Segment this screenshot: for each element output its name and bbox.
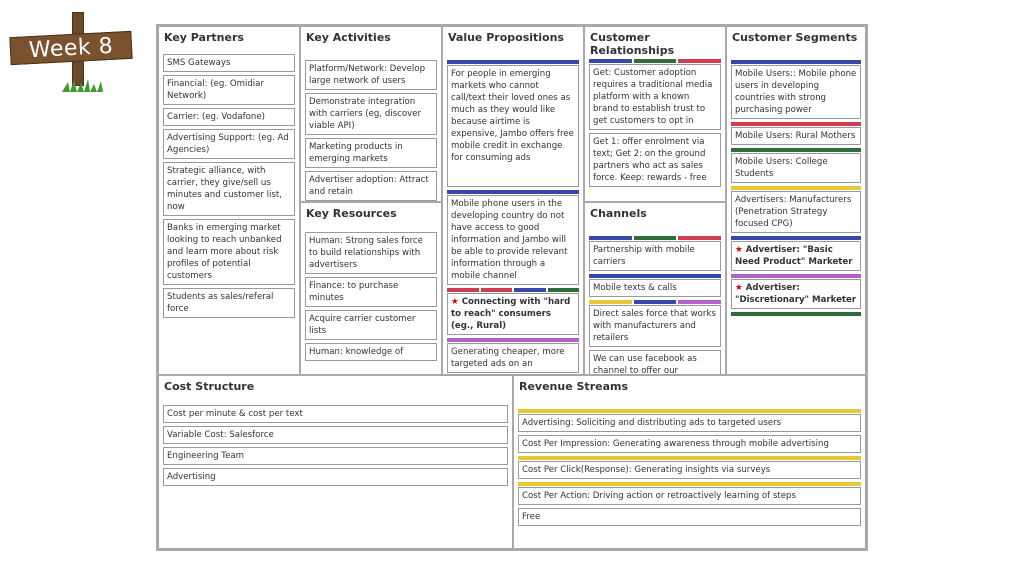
week-label: Week 8 xyxy=(28,33,114,63)
color-bar xyxy=(518,409,861,413)
key-resources-card: Acquire carrier customer lists xyxy=(305,310,437,340)
value-proposition-card: Generating cheaper, more targeted ads on… xyxy=(447,343,579,373)
customer-segments-section: Customer Segments Mobile Users:: Mobile … xyxy=(727,27,865,374)
revenue-streams-section: Revenue Streams Advertising: Soliciting … xyxy=(514,376,865,548)
key-activities-section: Key Activities Platform/Network: Develop… xyxy=(301,27,441,201)
cost-structure-card: Engineering Team xyxy=(163,447,508,465)
customer-relationships-title: Customer Relationships xyxy=(590,31,675,57)
key-partners-card: Students as sales/referal force xyxy=(163,288,295,318)
color-bar xyxy=(731,274,861,278)
color-bar xyxy=(731,186,861,190)
star-icon: ★ xyxy=(451,297,459,307)
value-proposition-card: For people in emerging markets who canno… xyxy=(447,65,579,187)
color-bar xyxy=(731,236,861,240)
customer-segment-card: Mobile Users:: Mobile phone users in dev… xyxy=(731,65,861,119)
color-bar xyxy=(447,190,579,194)
value-proposition-text: Connecting with "hard to reach" consumer… xyxy=(451,297,571,331)
value-proposition-card: ★ Connecting with "hard to reach" consume… xyxy=(447,293,579,335)
key-resources-card: Human: Strong sales force to build relat… xyxy=(305,232,437,274)
key-partners-section: Key Partners SMS Gateways Financial: (eg… xyxy=(159,27,299,374)
key-partners-card: Strategic alliance, with carrier, they g… xyxy=(163,162,295,216)
revenue-stream-card: Cost Per Impression: Generating awarenes… xyxy=(518,435,861,453)
value-proposition-card: Mobile phone users in the developing cou… xyxy=(447,195,579,285)
customer-segments-title: Customer Segments xyxy=(732,31,858,44)
customer-segment-text: Advertiser: "Basic Need Product" Markete… xyxy=(735,245,853,267)
color-bar xyxy=(589,236,722,240)
key-activities-card: Advertiser adoption: Attract and retain xyxy=(305,171,437,201)
customer-segment-card: ★ Advertiser: "Basic Need Product" Market… xyxy=(731,241,861,271)
value-propositions-section: Value Propositions For people in emergin… xyxy=(443,27,583,374)
key-activities-card: Demonstrate integration with carriers (e… xyxy=(305,93,437,135)
business-model-canvas: Key Partners SMS Gateways Financial: (eg… xyxy=(156,24,868,551)
key-activities-card: Marketing products in emerging markets xyxy=(305,138,437,168)
channels-section: Channels Partnership with mobile carrier… xyxy=(585,203,725,374)
key-partners-card: Advertising Support: (eg. Ad Agencies) xyxy=(163,129,295,159)
key-activities-title: Key Activities xyxy=(306,31,391,44)
star-icon: ★ xyxy=(735,283,743,293)
key-resources-card: Finance: to purchase minutes xyxy=(305,277,437,307)
customer-relationship-card: Get: Customer adoption requires a tradit… xyxy=(589,64,721,130)
key-activities-card: Platform/Network: Develop large network … xyxy=(305,60,437,90)
cost-structure-title: Cost Structure xyxy=(164,380,255,393)
revenue-stream-card: Free xyxy=(518,508,861,526)
revenue-stream-card: Advertising: Soliciting and distributing… xyxy=(518,414,861,432)
color-bar xyxy=(518,456,861,460)
key-partners-card: Banks in emerging market looking to reac… xyxy=(163,219,295,285)
customer-segment-text: Advertiser: "Discretionary" Marketer xyxy=(735,283,857,305)
customer-relationship-card: Get 1: offer enrolment via text; Get 2: … xyxy=(589,133,721,187)
key-partners-card: Financial: (eg. Omidiar Network) xyxy=(163,75,295,105)
customer-segment-card: Mobile Users: Rural Mothers xyxy=(731,127,861,145)
revenue-stream-card: Cost Per Click(Response): Generating ins… xyxy=(518,461,861,479)
customer-segment-card: Advertisers: Manufacturers (Penetration … xyxy=(731,191,861,233)
key-resources-title: Key Resources xyxy=(306,207,397,220)
key-resources-card: Human: knowledge of xyxy=(305,343,437,361)
customer-relationships-section: Customer Relationships Get: Customer ado… xyxy=(585,27,725,201)
cost-structure-section: Cost Structure Cost per minute & cost pe… xyxy=(159,376,512,548)
key-partners-card: Carrier: (eg. Vodafone) xyxy=(163,108,295,126)
cost-structure-card: Advertising xyxy=(163,468,508,486)
customer-segment-card: ★ Advertiser: "Discretionary" Marketer xyxy=(731,279,861,309)
sign-board: Week 8 xyxy=(9,30,133,66)
channel-card: Direct sales force that works with manuf… xyxy=(589,305,721,347)
color-bar xyxy=(447,60,579,64)
color-bar xyxy=(589,274,721,278)
channel-card: Mobile texts & calls xyxy=(589,279,721,297)
revenue-stream-card: Cost Per Action: Driving action or retro… xyxy=(518,487,861,505)
star-icon: ★ xyxy=(735,245,743,255)
key-partners-title: Key Partners xyxy=(164,31,244,44)
channel-card: Partnership with mobile carriers xyxy=(589,241,721,271)
week-signpost: Week 8 xyxy=(8,12,133,92)
color-bar xyxy=(731,60,861,64)
color-bar xyxy=(447,288,579,292)
key-resources-section: Key Resources Human: Strong sales force … xyxy=(301,203,441,374)
color-bar xyxy=(447,338,579,342)
color-bar xyxy=(589,59,722,63)
key-partners-card: SMS Gateways xyxy=(163,54,295,72)
revenue-streams-title: Revenue Streams xyxy=(519,380,629,393)
color-bar xyxy=(731,148,861,152)
cost-structure-card: Variable Cost: Salesforce xyxy=(163,426,508,444)
channels-title: Channels xyxy=(590,207,647,220)
color-bar xyxy=(731,312,861,316)
color-bar xyxy=(731,122,861,126)
grass-icon xyxy=(62,79,103,92)
color-bar xyxy=(518,482,861,486)
color-bar xyxy=(589,300,722,304)
customer-segment-card: Mobile Users: College Students xyxy=(731,153,861,183)
cost-structure-card: Cost per minute & cost per text xyxy=(163,405,508,423)
value-propositions-title: Value Propositions xyxy=(448,31,564,44)
channel-card: We can use facebook as channel to offer … xyxy=(589,350,721,374)
